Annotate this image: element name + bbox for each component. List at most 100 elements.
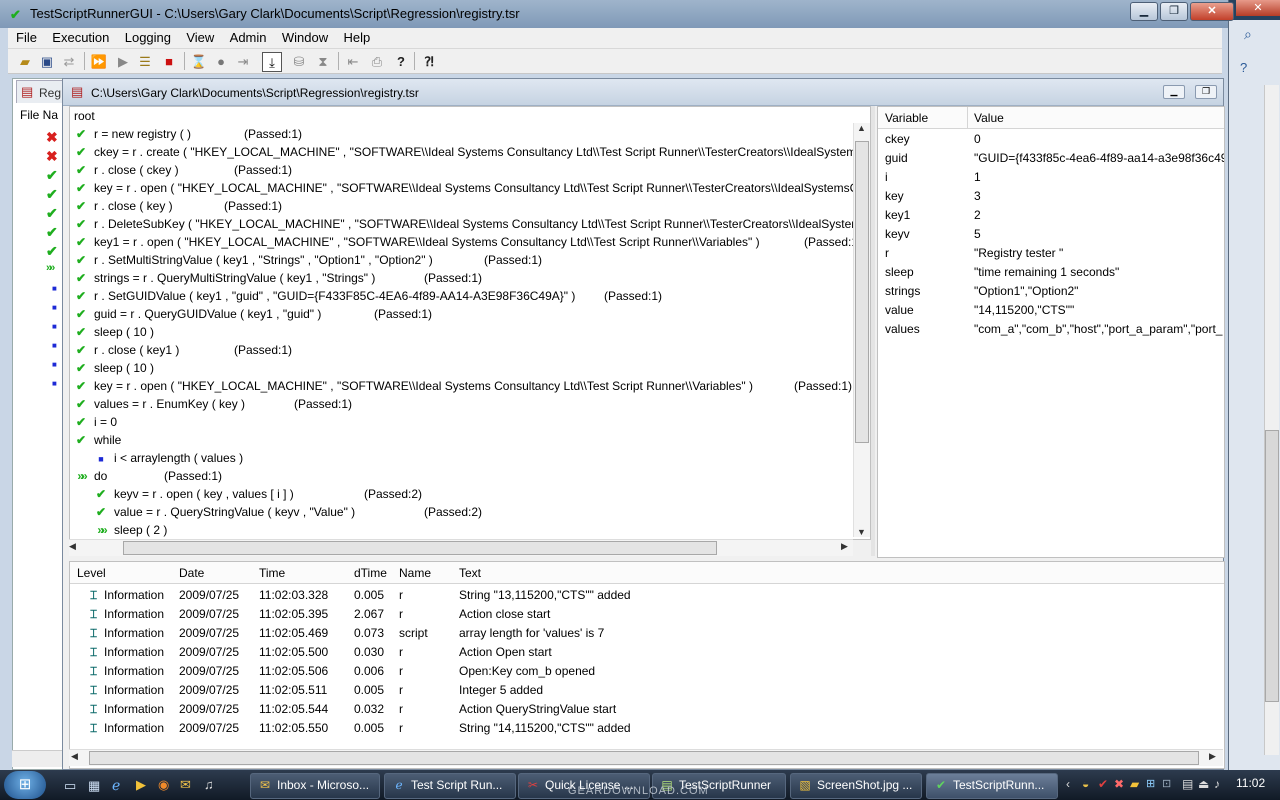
close-button[interactable]: ✕ xyxy=(1190,2,1234,21)
tree-row[interactable]: ✔ while xyxy=(72,431,121,449)
tray-expand-icon[interactable]: ‹ xyxy=(1066,777,1070,791)
log-row[interactable]: ⌶ Information 2009/07/25 11:02:05.544 0.032 r… xyxy=(70,700,1224,719)
log-col-level[interactable]: Level xyxy=(77,566,106,580)
outlook-quicklaunch-icon[interactable]: ✉ xyxy=(180,777,191,793)
log-row[interactable]: ⌶ Information 2009/07/25 11:02:05.550 0.005 r… xyxy=(70,719,1224,738)
run-icon[interactable]: ▶ xyxy=(114,52,132,70)
maximize-button[interactable]: ❐ xyxy=(1160,2,1188,21)
breakpoint-icon[interactable]: ⌛ xyxy=(190,52,208,70)
tray-folder-icon[interactable]: ▰ xyxy=(1130,777,1139,791)
tree-row[interactable]: ✔ r . SetGUIDValue ( key1 , "guid" , "GUI… xyxy=(72,287,662,305)
script-tree[interactable]: root ✔ r = new registry ( ) (Passed:1) ✔ cke… xyxy=(69,106,871,540)
child-restore-button[interactable]: ❐ xyxy=(1195,85,1217,99)
show-desktop-icon[interactable]: ▭ xyxy=(64,778,76,794)
child-minimize-button[interactable]: ▁ xyxy=(1163,85,1185,99)
scroll-down-icon[interactable]: ▼ xyxy=(857,527,866,537)
log-col-text[interactable]: Text xyxy=(459,566,481,580)
menu-window[interactable]: Window xyxy=(274,28,328,45)
variables-col-value[interactable]: Value xyxy=(974,111,1004,125)
tree-row[interactable]: ✔ r . SetMultiStringValue ( key1 , "Strin… xyxy=(72,251,542,269)
menu-logging[interactable]: Logging xyxy=(117,28,171,45)
log-row[interactable]: ⌶ Information 2009/07/25 11:02:05.500 0.030 r… xyxy=(70,643,1224,662)
log-horizontal-scroll-thumb[interactable] xyxy=(89,751,1199,765)
record-icon[interactable]: ● xyxy=(212,52,230,70)
log-row[interactable]: ⌶ Information 2009/07/25 11:02:03.328 0.005 r… xyxy=(70,586,1224,605)
save-icon[interactable]: ▣ xyxy=(38,52,56,70)
tree-horizontal-scroll-thumb[interactable] xyxy=(123,541,717,555)
scroll-up-icon[interactable]: ▲ xyxy=(857,123,866,133)
menu-file[interactable]: File xyxy=(8,28,37,45)
first-icon[interactable]: ⇤ xyxy=(344,52,362,70)
tree-row[interactable]: »» do (Passed:1) xyxy=(72,467,222,485)
variables-col-variable[interactable]: Variable xyxy=(885,111,928,125)
tray-volume-icon[interactable]: ♪ xyxy=(1214,777,1220,791)
tree-vertical-scroll-thumb[interactable] xyxy=(855,141,869,443)
log-row[interactable]: ⌶ Information 2009/07/25 11:02:05.511 0.005 r… xyxy=(70,681,1224,700)
variable-row[interactable]: r "Registry tester " xyxy=(878,244,1224,263)
taskbar-button[interactable]: ℯ Test Script Run... xyxy=(384,773,516,799)
log-col-time[interactable]: Time xyxy=(259,566,285,580)
tray-remove-icon[interactable]: ⏏ xyxy=(1198,777,1209,791)
log-col-dtime[interactable]: dTime xyxy=(354,566,387,580)
print-icon[interactable]: ⎙ xyxy=(368,52,386,70)
switch-windows-icon[interactable]: ▦ xyxy=(88,778,100,794)
context-help-icon[interactable]: ⁈ xyxy=(420,52,438,70)
tray-network2-icon[interactable]: ▤ xyxy=(1182,777,1193,791)
variable-row[interactable]: key1 2 xyxy=(878,206,1224,225)
menu-execution[interactable]: Execution xyxy=(44,28,109,45)
variable-row[interactable]: value "14,115200,"CTS"" xyxy=(878,301,1224,320)
tray-warning-icon[interactable]: ✖ xyxy=(1114,777,1124,791)
variable-row[interactable]: values "com_a","com_b","host","port_a_par… xyxy=(878,320,1224,339)
tree-row[interactable]: ✔ key1 = r . open ( "HKEY_LOCAL_MACHINE" … xyxy=(72,233,862,251)
menu-admin[interactable]: Admin xyxy=(222,28,267,45)
background-scrollbar-thumb[interactable] xyxy=(1265,430,1279,702)
run-all-icon[interactable]: ⏩ xyxy=(90,52,108,70)
tree-row[interactable]: ✔ r . close ( key1 ) (Passed:1) xyxy=(72,341,292,359)
variable-row[interactable]: guid "GUID={f433f85c-4ea6-4f89-aa14-a3e98… xyxy=(878,149,1224,168)
panel-splitter[interactable] xyxy=(871,106,875,556)
taskbar-clock[interactable]: 11:02 xyxy=(1236,776,1265,790)
tree-row[interactable]: ✔ sleep ( 10 ) xyxy=(72,359,154,377)
tool-quicklaunch-icon[interactable]: ♫ xyxy=(204,777,214,792)
taskbar-button[interactable]: ▧ ScreenShot.jpg ... xyxy=(790,773,922,799)
firefox-quicklaunch-icon[interactable]: ◉ xyxy=(158,777,169,793)
log-col-date[interactable]: Date xyxy=(179,566,204,580)
variable-row[interactable]: strings "Option1","Option2" xyxy=(878,282,1224,301)
tree-row[interactable]: »» sleep ( 2 ) xyxy=(92,521,167,539)
taskbar-button[interactable]: ✉ Inbox - Microso... xyxy=(250,773,380,799)
media-quicklaunch-icon[interactable]: ▶ xyxy=(136,777,146,793)
tree-row[interactable]: ✔ r . DeleteSubKey ( "HKEY_LOCAL_MACHINE"… xyxy=(72,215,870,233)
filter-icon[interactable]: ⧗ xyxy=(314,52,332,70)
tree-row[interactable]: ✔ guid = r . QueryGUIDValue ( key1 , "gui… xyxy=(72,305,432,323)
tree-row[interactable]: ✔ strings = r . QueryMultiStringValue ( k… xyxy=(72,269,482,287)
scroll-right-icon[interactable]: ▶ xyxy=(841,541,848,552)
database-icon[interactable]: ⛁ xyxy=(290,52,308,70)
help-icon[interactable]: ? xyxy=(392,52,410,70)
tree-row[interactable]: ✔ sleep ( 10 ) xyxy=(72,323,154,341)
tree-row[interactable]: ✔ r = new registry ( ) (Passed:1) xyxy=(72,125,302,143)
tree-row[interactable]: ✔ r . close ( ckey ) (Passed:1) xyxy=(72,161,292,179)
stop-icon[interactable]: ■ xyxy=(160,52,178,70)
menu-view[interactable]: View xyxy=(178,28,214,45)
log-row[interactable]: ⌶ Information 2009/07/25 11:02:05.506 0.006 r… xyxy=(70,662,1224,681)
tree-row[interactable]: ✔ key = r . open ( "HKEY_LOCAL_MACHINE" ,… xyxy=(72,179,870,197)
variable-row[interactable]: sleep "time remaining 1 seconds" xyxy=(878,263,1224,282)
minimize-button[interactable]: ▁ xyxy=(1130,2,1158,21)
tree-row[interactable]: ✔ ckey = r . create ( "HKEY_LOCAL_MACHINE… xyxy=(72,143,870,161)
background-document-tab[interactable]: ▤ Reg xyxy=(16,80,64,103)
background-hscrollbar[interactable] xyxy=(12,750,62,767)
background-help-icon[interactable]: ? xyxy=(1240,60,1247,75)
variable-row[interactable]: ckey 0 xyxy=(878,130,1224,149)
scroll-left-icon[interactable]: ◀ xyxy=(69,541,76,552)
start-button[interactable]: ⊞ xyxy=(4,771,46,799)
ie-quicklaunch-icon[interactable]: ℯ xyxy=(112,777,120,794)
variable-row[interactable]: i1 xyxy=(878,168,1224,187)
tray-stats-icon[interactable]: ⊞ xyxy=(1146,777,1155,790)
tray-network-icon[interactable]: ⊡ xyxy=(1162,777,1171,790)
step-icon[interactable]: ☰ xyxy=(136,52,154,70)
refresh-icon[interactable]: ⇄ xyxy=(60,52,78,70)
scroll-lock-icon[interactable]: ⤓ xyxy=(262,52,282,72)
tree-root[interactable]: root xyxy=(74,107,95,125)
tree-row[interactable]: ✔ values = r . EnumKey ( key ) (Passed:1) xyxy=(72,395,352,413)
tree-row[interactable]: ■ i < arraylength ( values ) xyxy=(92,449,243,467)
